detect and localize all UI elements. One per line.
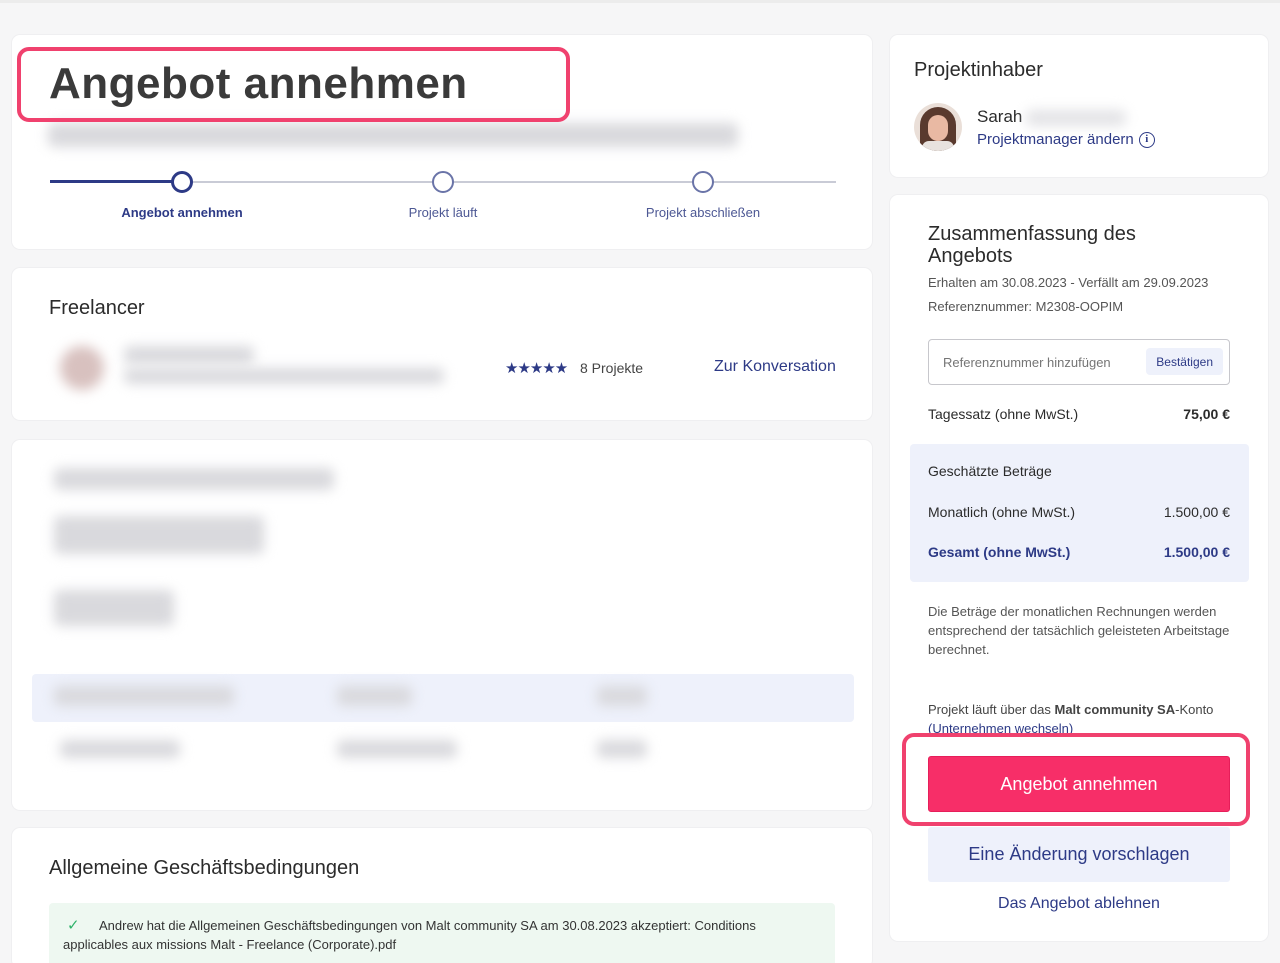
terms-card: Allgemeine Geschäftsbedingungen ✓ Andrew… xyxy=(12,828,872,963)
suggest-change-button[interactable]: Eine Änderung vorschlagen xyxy=(928,827,1230,882)
change-manager-link[interactable]: Projektmanager ändern i xyxy=(977,131,1155,148)
step-circle-active xyxy=(171,171,193,193)
account-name: Malt community SA xyxy=(1054,702,1176,717)
progress-stepper: Angebot annehmen Projekt läuft Projekt a… xyxy=(50,171,836,221)
day-rate-value: 75,00 € xyxy=(1183,406,1230,422)
offer-details-card xyxy=(12,440,872,810)
blurred-line xyxy=(54,590,174,626)
blurred-cell xyxy=(60,740,180,758)
confirm-reference-button[interactable]: Bestätigen xyxy=(1146,348,1223,375)
blurred-cell xyxy=(337,686,412,706)
day-rate-label: Tagessatz (ohne MwSt.) xyxy=(928,406,1079,422)
estimates-panel: Geschätzte Beträge Monatlich (ohne MwSt.… xyxy=(910,444,1249,582)
reference-input[interactable] xyxy=(929,340,1139,384)
summary-heading: Zusammenfassung des Angebots xyxy=(928,223,1136,267)
info-icon: i xyxy=(1138,131,1155,148)
project-owner-card: Projektinhaber Sarah Projektmanager ände… xyxy=(890,35,1268,177)
reference-number: Referenznummer: M2308-OOPIM xyxy=(928,299,1124,314)
offer-summary-card: Zusammenfassung des Angebots Erhalten am… xyxy=(890,195,1268,941)
total-label: Gesamt (ohne MwSt.) xyxy=(928,544,1071,560)
blurred-cell xyxy=(597,740,647,758)
step-circle xyxy=(692,171,714,193)
conversation-link[interactable]: Zur Konversation xyxy=(714,358,836,376)
decline-offer-link[interactable]: Das Angebot ablehnen xyxy=(928,895,1230,913)
owner-heading: Projektinhaber xyxy=(914,59,1043,81)
monthly-value: 1.500,00 € xyxy=(1163,504,1230,520)
freelancer-card: Freelancer ★★★★★ 8 Projekte Zur Konversa… xyxy=(12,268,872,420)
accept-button-highlight-frame xyxy=(902,733,1250,826)
total-value: 1.500,00 € xyxy=(1163,544,1230,560)
monthly-label: Monatlich (ohne MwSt.) xyxy=(928,504,1076,520)
blurred-surname xyxy=(1026,110,1126,126)
blurred-line xyxy=(54,468,334,490)
blurred-name xyxy=(124,346,254,364)
owner-name: Sarah xyxy=(977,107,1023,126)
step-label: Projekt abschließen xyxy=(645,205,761,220)
account-info: Projekt läuft über das Malt community SA… xyxy=(928,700,1234,734)
freelancer-heading: Freelancer xyxy=(49,297,145,319)
switch-company-link[interactable]: (Unternehmen wechseln) xyxy=(928,719,1234,734)
blurred-avatar xyxy=(60,346,104,390)
terms-accepted-text: Andrew hat die Allgemeinen Geschäftsbedi… xyxy=(63,918,756,952)
owner-avatar xyxy=(914,103,962,151)
terms-accepted-notice: ✓ Andrew hat die Allgemeinen Geschäftsbe… xyxy=(49,903,835,963)
received-date: Erhalten am 30.08.2023 - Verfällt am 29.… xyxy=(928,275,1209,290)
top-border xyxy=(0,0,1280,3)
blurred-line xyxy=(54,516,264,554)
stepper-line-done xyxy=(50,180,182,183)
blurred-cell xyxy=(597,686,647,706)
blurred-subtitle xyxy=(48,123,738,147)
terms-heading: Allgemeine Geschäftsbedingungen xyxy=(49,857,360,879)
reference-input-group: Bestätigen xyxy=(928,339,1230,385)
title-highlight-frame xyxy=(17,47,570,122)
blurred-cell xyxy=(54,686,234,706)
blurred-title xyxy=(124,368,444,384)
step-circle xyxy=(432,171,454,193)
step-label: Projekt läuft xyxy=(408,205,478,220)
step-label-active: Angebot annehmen xyxy=(121,205,243,220)
project-count: 8 Projekte xyxy=(580,360,644,376)
blurred-cell xyxy=(337,740,457,758)
rating-stars: ★★★★★ xyxy=(505,360,568,377)
billing-note: Die Beträge der monatlichen Rechnungen w… xyxy=(928,604,1230,657)
checkmark-icon: ✓ xyxy=(67,917,80,934)
estimates-heading: Geschätzte Beträge xyxy=(928,463,1052,479)
